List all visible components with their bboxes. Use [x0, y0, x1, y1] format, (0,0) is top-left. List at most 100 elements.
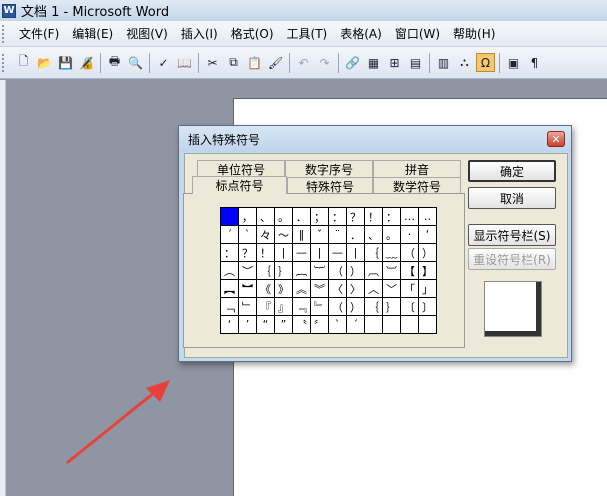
symbol-cell[interactable]: 。 [275, 208, 293, 226]
symbol-cell[interactable]: ︹ [365, 262, 383, 280]
cancel-button[interactable]: 取消 [468, 187, 556, 209]
hyperlink-icon[interactable]: 🔗 [343, 53, 362, 72]
dialog-title-bar[interactable]: 插入特殊符号 [179, 126, 571, 152]
symbol-cell[interactable]: ， [239, 208, 257, 226]
symbol-cell[interactable]: ！ [365, 208, 383, 226]
symbol-cell[interactable]: 〈 [329, 280, 347, 298]
symbol-cell[interactable]: ︻ [221, 280, 239, 298]
symbol-cell[interactable]: 〞 [311, 316, 329, 334]
tab-math-symbols[interactable]: 数学符号 [373, 177, 461, 194]
tab-unit-symbols[interactable]: 单位符号 [197, 160, 285, 177]
symbol-cell[interactable]: 々 [257, 226, 275, 244]
cut-icon[interactable]: ✂ [203, 53, 222, 72]
open-icon[interactable]: 📂 [35, 53, 54, 72]
symbol-cell[interactable]: ｝ [383, 298, 401, 316]
symbol-cell[interactable]: ︽ [293, 280, 311, 298]
symbol-cell[interactable]: ． [347, 226, 365, 244]
symbol-cell[interactable]: … [401, 208, 419, 226]
symbol-cell[interactable]: ？ [347, 208, 365, 226]
symbol-cell[interactable]: ｝ [275, 262, 293, 280]
symbol-cell[interactable]: ： [329, 208, 347, 226]
format-painter-icon[interactable]: 🖌 [266, 53, 285, 72]
insert-table-icon[interactable]: ⊞ [385, 53, 404, 72]
symbol-cell[interactable]: 。 [383, 226, 401, 244]
symbol-cell[interactable]: ︼ [239, 280, 257, 298]
symbol-cell[interactable]: ˋ [239, 226, 257, 244]
symbol-cell[interactable]: ︿ [365, 280, 383, 298]
symbol-cell[interactable]: （ [329, 262, 347, 280]
symbol-cell[interactable]: ） [347, 298, 365, 316]
symbol-cell[interactable]: （ [401, 244, 419, 262]
symbol-cell[interactable]: 」 [419, 280, 437, 298]
spelling-icon[interactable]: ✓ [154, 53, 173, 72]
symbol-cell[interactable]: 『 [257, 298, 275, 316]
show-hide-icon[interactable]: ¶ [525, 53, 544, 72]
symbol-cell[interactable]: ﹁ [221, 298, 239, 316]
symbol-cell[interactable]: 』 [275, 298, 293, 316]
symbol-cell[interactable]: 【 [401, 262, 419, 280]
tab-pinyin[interactable]: 拼音 [373, 160, 461, 177]
toolbar-grip-handle[interactable] [2, 53, 5, 72]
symbol-cell[interactable]: 「 [401, 280, 419, 298]
print-icon[interactable]: 🖶 [105, 53, 124, 72]
menu-format[interactable]: 格式(O) [225, 25, 281, 42]
symbol-cell[interactable]: — [293, 244, 311, 262]
symbol-cell[interactable]: | [275, 244, 293, 262]
menu-insert[interactable]: 插入(I) [175, 25, 225, 42]
symbol-cell[interactable]: ˋ [329, 316, 347, 334]
symbol-cell[interactable]: （ [329, 298, 347, 316]
symbol-cell[interactable]: ｛ [365, 244, 383, 262]
symbol-cell[interactable]: | [347, 244, 365, 262]
symbol-cell[interactable]: ︷ [293, 262, 311, 280]
symbol-cell[interactable]: ： [383, 208, 401, 226]
symbol-cell[interactable] [401, 316, 419, 334]
symbol-cell[interactable]: | [311, 244, 329, 262]
symbol-cell[interactable]: 、 [257, 208, 275, 226]
symbol-cell[interactable]: ？ [239, 244, 257, 262]
symbol-cell[interactable]: ︸ [311, 262, 329, 280]
ok-button[interactable]: 确定 [468, 160, 556, 182]
symbol-cell[interactable]: ˊ [221, 226, 239, 244]
symbol-cell[interactable]: ： [221, 244, 239, 262]
save-icon[interactable]: 💾 [56, 53, 75, 72]
menu-view[interactable]: 视图(V) [120, 25, 175, 42]
reset-symbol-bar-button[interactable]: 重设符号栏(R) [468, 248, 556, 270]
symbol-cell[interactable]: 》 [275, 280, 293, 298]
copy-icon[interactable]: ⧉ [224, 53, 243, 72]
symbol-cell[interactable]: 〔 [401, 298, 419, 316]
symbol-cell[interactable] [419, 316, 437, 334]
tab-number-symbols[interactable]: 数字序号 [285, 160, 373, 177]
symbol-cell[interactable]: 《 [257, 280, 275, 298]
menu-tools[interactable]: 工具(T) [281, 25, 335, 42]
menu-edit[interactable]: 编辑(E) [66, 25, 120, 42]
symbol-cell[interactable]: ‘ [419, 226, 437, 244]
symbol-cell[interactable]: ‖ [293, 226, 311, 244]
symbol-cell[interactable]: 〉 [347, 280, 365, 298]
drawing-icon[interactable]: ⛬ [455, 53, 474, 72]
symbol-cell[interactable]: ） [419, 244, 437, 262]
document-map-icon[interactable]: ▣ [504, 53, 523, 72]
symbol-cell[interactable]: ˊ [347, 316, 365, 334]
symbol-cell[interactable]: 、 [365, 226, 383, 244]
symbol-cell[interactable]: ‥ [419, 208, 437, 226]
paste-icon[interactable]: 📋 [245, 53, 264, 72]
symbol-cell[interactable]: · [401, 226, 419, 244]
menu-grip-handle[interactable] [2, 24, 5, 43]
symbol-cell[interactable]: “ [257, 316, 275, 334]
symbol-cell[interactable]: ﹃ [293, 298, 311, 316]
symbol-cell[interactable]: ！ [257, 244, 275, 262]
symbol-cell[interactable]: ︶ [239, 262, 257, 280]
symbol-cell[interactable]: 】 [419, 262, 437, 280]
symbol-cell[interactable]: ˇ [311, 226, 329, 244]
menu-file[interactable]: 文件(F) [13, 25, 66, 42]
symbol-cell[interactable]: ︺ [383, 262, 401, 280]
menu-table[interactable]: 表格(A) [334, 25, 389, 42]
symbol-cell[interactable] [365, 316, 383, 334]
menu-window[interactable]: 窗口(W) [389, 25, 447, 42]
tab-special-symbols[interactable]: 特殊符号 [287, 177, 373, 194]
print-preview-icon[interactable]: 🔍 [126, 53, 145, 72]
tab-punctuation[interactable]: 标点符号 [192, 176, 287, 194]
undo-icon[interactable]: ↶ [294, 53, 313, 72]
symbol-cell[interactable] [221, 208, 239, 226]
symbol-cell[interactable]: — [329, 244, 347, 262]
